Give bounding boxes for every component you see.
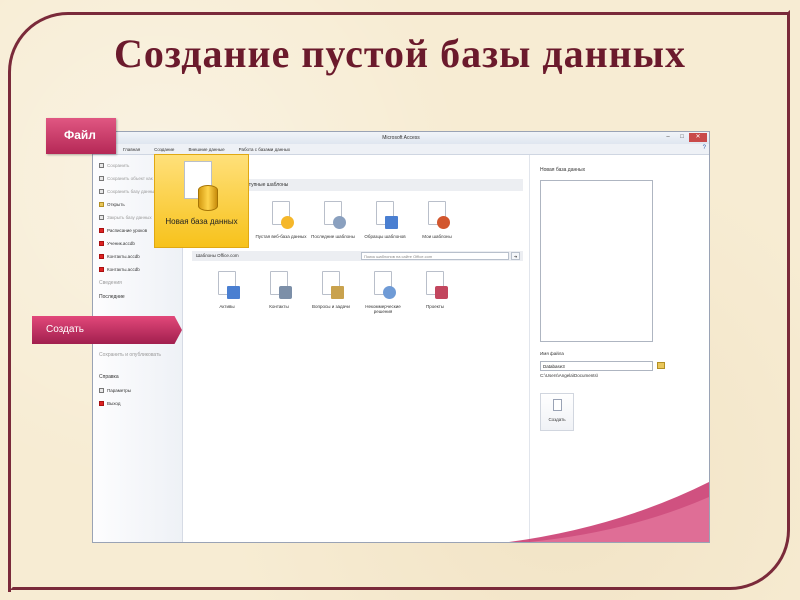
exit-icon xyxy=(99,401,104,406)
window-titlebar: Microsoft Access – □ ✕ xyxy=(93,132,709,144)
recent-file[interactable]: Контакты.accdb xyxy=(93,250,182,263)
recent-file-label: Ученик.accdb xyxy=(107,241,135,246)
recent-file-label: Контакты.accdb xyxy=(107,267,140,272)
window-controls: – □ ✕ xyxy=(661,133,707,142)
template-label: Контакты xyxy=(269,304,289,309)
template-label: Пустая веб-база данных xyxy=(255,234,307,239)
sidebar-section-help[interactable]: Справка xyxy=(93,370,182,384)
template-my[interactable]: Мои шаблоны xyxy=(410,201,464,239)
help-icon[interactable]: ? xyxy=(703,145,706,151)
office-search-input[interactable]: Поиск шаблонов на сайте Office.com xyxy=(361,252,509,260)
office-templates-label: Шаблоны Office.com xyxy=(196,253,239,258)
template-label: Мои шаблоны xyxy=(422,234,452,239)
window-title: Microsoft Access xyxy=(382,135,420,141)
database-icon xyxy=(99,254,104,259)
slide-title: Создание пустой базы данных xyxy=(114,31,686,76)
sidebar-item-label: Выход xyxy=(107,401,121,406)
template-projects[interactable]: Проекты xyxy=(408,271,462,309)
blank-web-db-icon xyxy=(268,201,294,231)
new-database-label: Новая база данных xyxy=(165,217,238,226)
folder-icon xyxy=(99,202,104,207)
file-name-input[interactable]: Database3 xyxy=(540,361,653,371)
search-go-icon[interactable]: ➔ xyxy=(511,252,520,260)
maximize-icon[interactable]: □ xyxy=(675,133,689,142)
database-icon xyxy=(99,241,104,246)
template-recent[interactable]: Последние шаблоны xyxy=(306,201,360,239)
save-db-icon xyxy=(99,189,104,194)
close-icon[interactable]: ✕ xyxy=(689,133,707,142)
projects-icon xyxy=(422,271,448,301)
database-preview xyxy=(540,180,653,342)
recent-file-label: Расписание уроков xyxy=(107,228,148,233)
template-assets[interactable]: Активы xyxy=(200,271,254,309)
template-label: Образцы шаблонов xyxy=(364,234,406,239)
template-blank-web-db[interactable]: Пустая веб-база данных xyxy=(254,201,308,239)
recent-file[interactable]: Контакты.accdb xyxy=(93,263,182,276)
database-icon xyxy=(99,267,104,272)
clock-icon xyxy=(320,201,346,231)
template-label: Активы xyxy=(219,304,235,309)
template-label: Вопросы и задачи xyxy=(312,304,350,309)
recent-file-label: Контакты.accdb xyxy=(107,254,140,259)
sidebar-item-label: Открыть xyxy=(107,202,125,207)
sidebar-item-label: Закрыть базу данных xyxy=(107,215,152,220)
create-button-label: Создать xyxy=(548,417,566,422)
person-icon xyxy=(424,201,450,231)
template-samples[interactable]: Образцы шаблонов xyxy=(358,201,412,239)
nonprofit-icon xyxy=(370,271,396,301)
close-db-icon xyxy=(99,215,104,220)
template-label: Некоммерческие решения xyxy=(365,304,401,314)
save-as-icon xyxy=(99,176,104,181)
office-templates-bar: Шаблоны Office.com Поиск шаблонов на сай… xyxy=(192,251,523,261)
sidebar-item-label: Параметры xyxy=(107,388,131,393)
options-icon xyxy=(99,388,104,393)
file-path: C:\Users\Angela\Documents\ xyxy=(540,373,599,378)
sidebar-section-save-publish[interactable]: Сохранить и опубликовать xyxy=(93,348,182,370)
tab-database-tools[interactable]: Работа с базами данных xyxy=(239,144,291,154)
sidebar-section-recent[interactable]: Последние xyxy=(93,290,182,304)
sidebar-item-label: Сохранить xyxy=(107,163,130,168)
new-database-callout[interactable]: Новая база данных xyxy=(154,154,249,248)
clipboard-icon xyxy=(318,271,344,301)
save-icon xyxy=(99,163,104,168)
sidebar-section-info[interactable]: Сведения xyxy=(93,276,182,290)
sidebar-item-label: Сохранить объект как xyxy=(107,176,153,181)
decorative-swoosh xyxy=(509,482,709,542)
template-label: Проекты xyxy=(425,304,445,309)
minimize-icon[interactable]: – xyxy=(661,133,675,142)
database-icon xyxy=(99,228,104,233)
sidebar-item-exit[interactable]: Выход xyxy=(93,397,182,410)
template-contacts[interactable]: Контакты xyxy=(252,271,306,309)
template-nonprofit[interactable]: Некоммерческие решения xyxy=(356,271,410,314)
tab-home[interactable]: Главная xyxy=(123,144,140,154)
create-button[interactable]: Создать xyxy=(540,393,574,431)
template-label: Последние шаблоны xyxy=(311,234,355,239)
sidebar-item-options[interactable]: Параметры xyxy=(93,384,182,397)
assets-icon xyxy=(214,271,240,301)
contacts-icon xyxy=(266,271,292,301)
new-database-title: Новая база данных xyxy=(540,167,586,173)
template-issues[interactable]: Вопросы и задачи xyxy=(304,271,358,309)
tab-create[interactable]: Создание xyxy=(154,144,174,154)
database-icon xyxy=(182,161,222,213)
document-icon xyxy=(552,399,562,411)
file-callout: Файл xyxy=(46,118,116,154)
monitor-icon xyxy=(372,201,398,231)
tab-external-data[interactable]: Внешние данные xyxy=(188,144,224,154)
file-name-label: Имя файла xyxy=(540,351,564,356)
browse-folder-icon[interactable] xyxy=(657,362,665,369)
create-callout: Создать xyxy=(32,316,182,344)
